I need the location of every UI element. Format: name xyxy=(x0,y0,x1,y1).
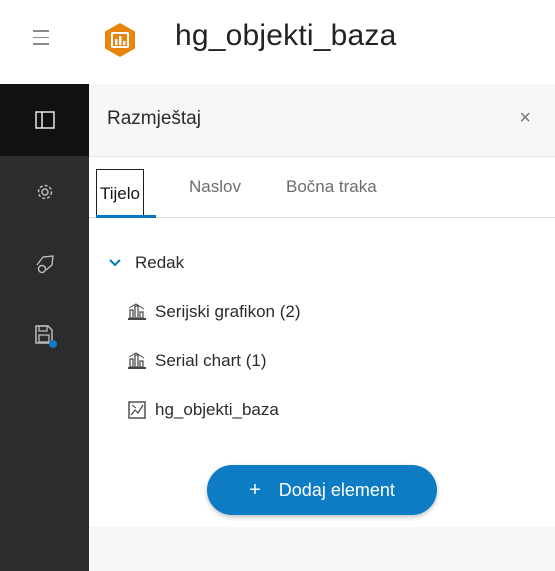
map-widget-icon xyxy=(127,400,147,420)
plus-icon: + xyxy=(249,478,261,501)
settings-icon xyxy=(37,184,52,200)
tab-header[interactable]: Naslov xyxy=(189,157,241,217)
active-tab-indicator xyxy=(96,215,156,218)
panel-title: Razmještaj xyxy=(107,108,201,129)
left-rail xyxy=(0,84,89,571)
close-icon[interactable]: × xyxy=(519,108,531,128)
tree-item-label: Serijski grafikon (2) xyxy=(155,302,301,321)
theme-icon xyxy=(35,255,54,274)
chart-widget-icon xyxy=(127,351,147,371)
app-logo-icon xyxy=(102,22,138,58)
tree-item-row[interactable]: hg_objekti_baza xyxy=(89,390,555,430)
tree-item-row[interactable]: Serial chart (1) xyxy=(89,341,555,381)
panel-header: Razmještaj × xyxy=(89,84,555,157)
tree-item-label: Serial chart (1) xyxy=(155,351,267,370)
app-title: hg_objekti_baza xyxy=(175,19,397,52)
rail-save-button[interactable] xyxy=(0,300,89,372)
tree-group-label: Redak xyxy=(135,253,185,272)
tab-bar: Tijelo Naslov Bočna traka xyxy=(89,157,555,218)
save-icon xyxy=(34,325,57,348)
hamburger-menu-icon[interactable] xyxy=(33,30,49,46)
layout-icon xyxy=(34,111,55,129)
rail-settings-button[interactable] xyxy=(0,156,89,228)
tree-item-label: hg_objekti_baza xyxy=(155,400,279,419)
rail-theme-button[interactable] xyxy=(0,228,89,300)
chevron-down-icon[interactable] xyxy=(109,259,121,267)
tab-body[interactable]: Tijelo xyxy=(96,169,144,217)
tree-item-row[interactable]: Serijski grafikon (2) xyxy=(89,292,555,332)
add-element-label: Dodaj element xyxy=(278,479,395,500)
top-bar: hg_objekti_baza xyxy=(0,0,555,84)
tree-group-row[interactable]: Redak xyxy=(89,243,555,283)
tab-sidebar[interactable]: Bočna traka xyxy=(286,157,377,217)
add-element-button[interactable]: + Dodaj element xyxy=(207,465,437,515)
layout-panel: Razmještaj × Tijelo Naslov Bočna traka R… xyxy=(89,84,555,571)
chart-widget-icon xyxy=(127,302,147,322)
rail-layout-button[interactable] xyxy=(0,84,89,156)
